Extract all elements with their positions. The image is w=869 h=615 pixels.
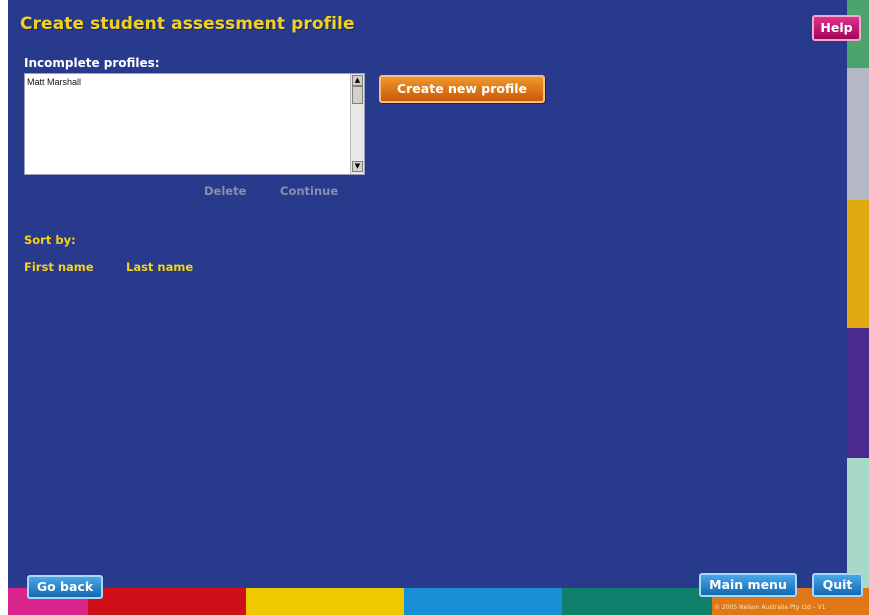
help-button[interactable]: Help (812, 15, 861, 41)
color-segment (562, 588, 712, 615)
scroll-down-icon[interactable]: ▼ (352, 161, 363, 172)
sort-first-name-link[interactable]: First name (24, 260, 94, 274)
color-segment (88, 588, 246, 615)
scroll-thumb[interactable] (352, 86, 363, 104)
continue-button[interactable]: Continue (280, 184, 338, 198)
color-segment (847, 68, 869, 200)
color-segment (404, 588, 562, 615)
color-segment (246, 588, 404, 615)
color-segment (847, 200, 869, 328)
incomplete-profiles-label: Incomplete profiles: (24, 56, 160, 70)
page-title: Create student assessment profile (20, 14, 355, 34)
color-segment (847, 458, 869, 588)
delete-button[interactable]: Delete (204, 184, 246, 198)
list-scrollbar[interactable]: ▲ ▼ (350, 74, 364, 174)
sort-by-label: Sort by: (24, 233, 76, 247)
app-panel: Create student assessment profile Incomp… (8, 0, 847, 588)
color-segment (847, 328, 869, 458)
create-new-profile-button[interactable]: Create new profile (379, 75, 545, 103)
list-item[interactable]: Matt Marshall (27, 77, 81, 87)
right-color-bar (847, 0, 869, 588)
incomplete-profiles-list[interactable]: Matt Marshall ▲ ▼ (24, 73, 365, 175)
scroll-up-icon[interactable]: ▲ (352, 75, 363, 86)
go-back-button[interactable]: Go back (27, 575, 103, 599)
main-menu-button[interactable]: Main menu (699, 573, 797, 597)
copyright-text: © 2005 Nelson Australia Pty Ltd – V1 (714, 604, 826, 611)
quit-button[interactable]: Quit (812, 573, 863, 597)
sort-last-name-link[interactable]: Last name (126, 260, 193, 274)
